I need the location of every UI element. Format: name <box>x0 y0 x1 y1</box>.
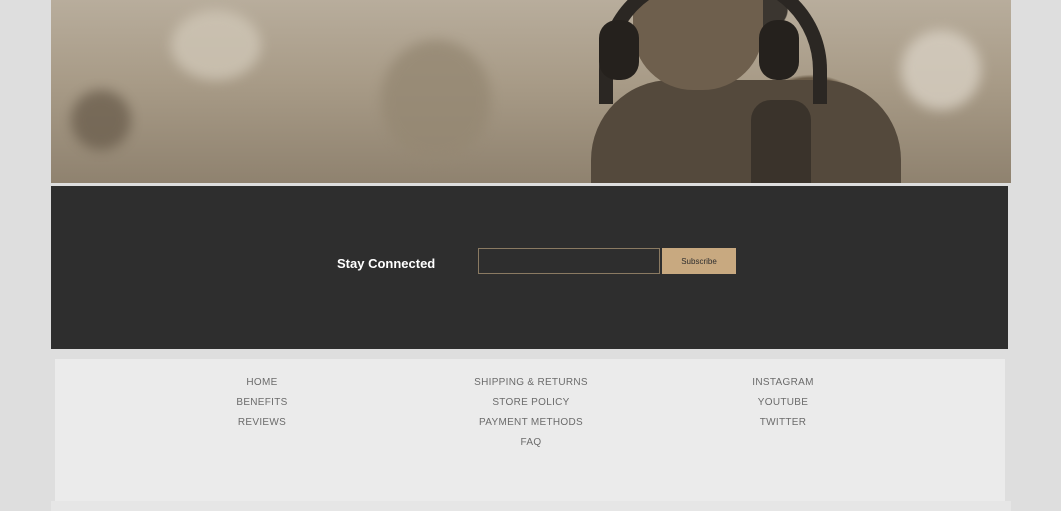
footer-link-instagram[interactable]: INSTAGRAM <box>743 373 823 393</box>
footer-link-shipping-returns[interactable]: SHIPPING & RETURNS <box>469 373 593 393</box>
footer: HOME BENEFITS REVIEWS SHIPPING & RETURNS… <box>55 359 1005 501</box>
subscribe-button[interactable]: Subscribe <box>662 248 736 274</box>
email-input[interactable] <box>478 248 660 274</box>
footer-column-policies: SHIPPING & RETURNS STORE POLICY PAYMENT … <box>469 373 593 453</box>
footer-link-reviews[interactable]: REVIEWS <box>222 413 302 433</box>
footer-link-twitter[interactable]: TWITTER <box>743 413 823 433</box>
backpack-strap <box>751 100 811 183</box>
hero-image <box>51 0 1011 183</box>
headphone-cup-right <box>759 20 799 80</box>
page-bottom-strip <box>51 501 1011 511</box>
footer-column-social: INSTAGRAM YOUTUBE TWITTER <box>743 373 823 433</box>
footer-link-youtube[interactable]: YOUTUBE <box>743 393 823 413</box>
headphone-cup-left <box>599 20 639 80</box>
footer-link-faq[interactable]: FAQ <box>469 433 593 453</box>
newsletter-section: Stay Connected Subscribe <box>51 186 1008 349</box>
footer-link-benefits[interactable]: BENEFITS <box>222 393 302 413</box>
footer-link-store-policy[interactable]: STORE POLICY <box>469 393 593 413</box>
page: Stay Connected Subscribe HOME BENEFITS R… <box>0 0 1061 511</box>
newsletter-title: Stay Connected <box>337 256 436 271</box>
footer-column-site: HOME BENEFITS REVIEWS <box>222 373 302 433</box>
footer-link-home[interactable]: HOME <box>222 373 302 393</box>
footer-link-payment-methods[interactable]: PAYMENT METHODS <box>469 413 593 433</box>
